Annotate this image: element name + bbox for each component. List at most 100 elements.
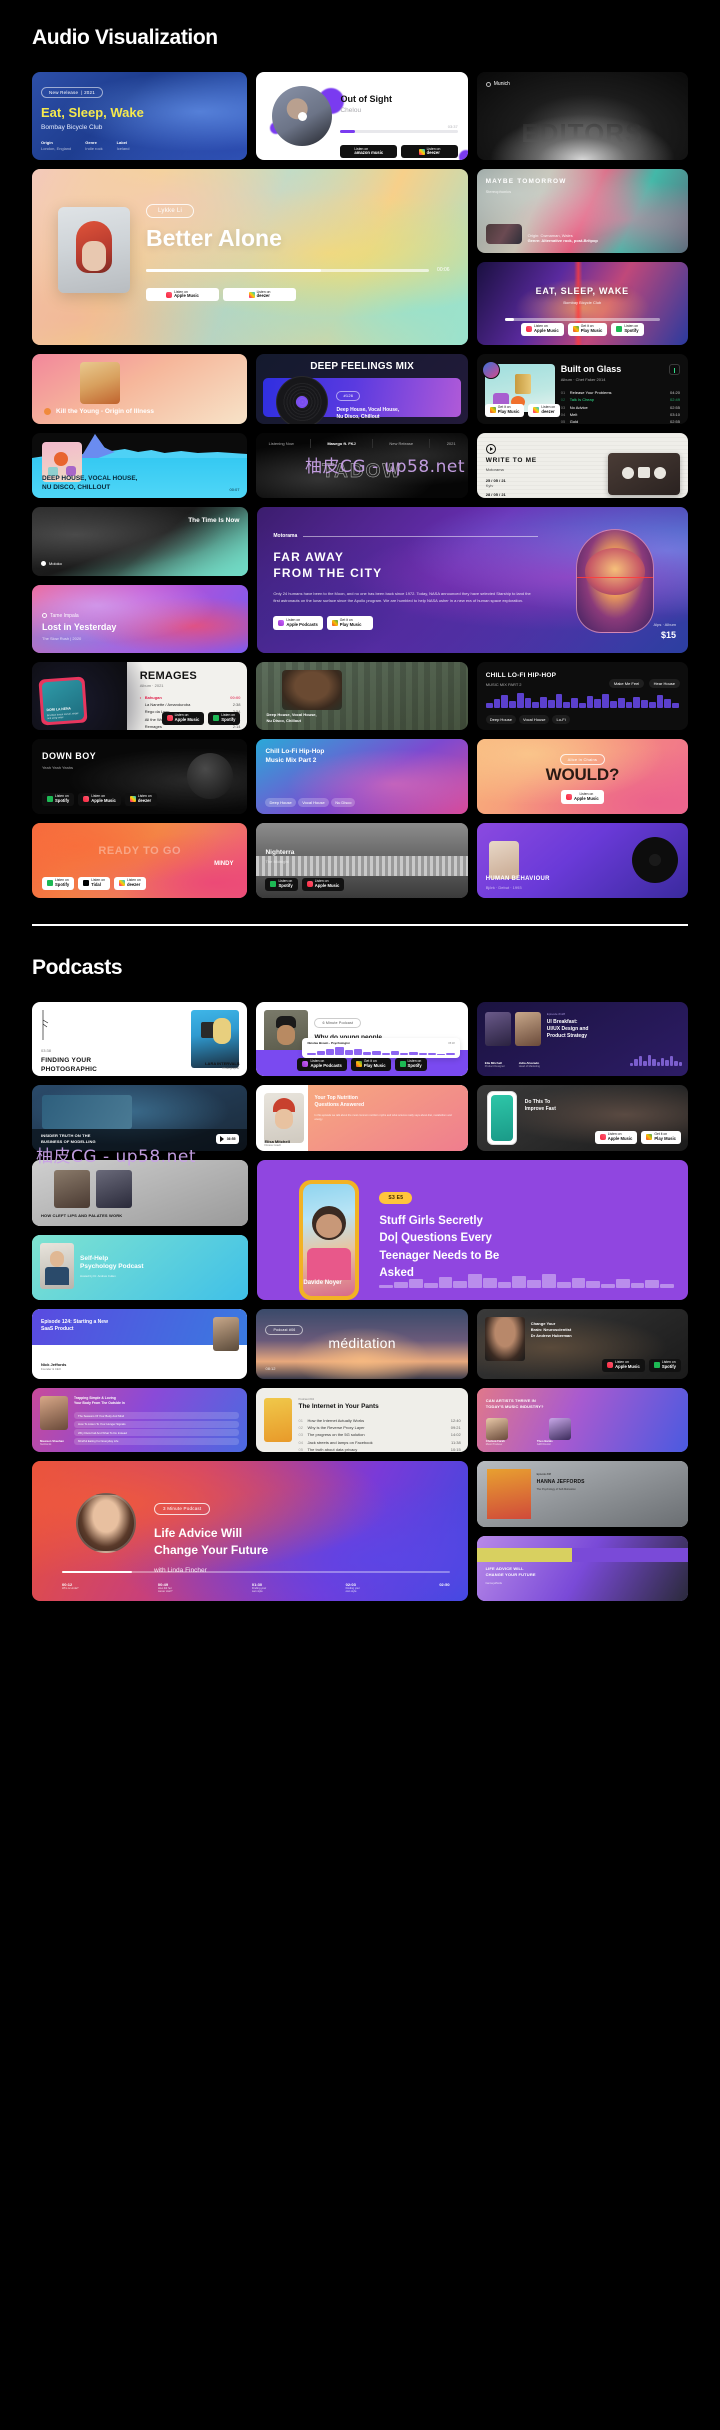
track-row[interactable]: 02 Talk Is Cheap 02:49 (561, 396, 680, 403)
store-button-deezer[interactable]: Listen on deezer (124, 792, 157, 806)
list-item[interactable]: 05 The truth about data privacy 10:15 (298, 1446, 460, 1452)
store-button-apple-music[interactable]: Listen on Apple Music (161, 711, 205, 725)
audio-row-7: DOWN BOY Yeah Yeah Yeahs Listen on Spotif… (32, 739, 689, 814)
store-button-spotify[interactable]: Listen on Spotify (42, 792, 75, 806)
card-chill-lofi-2[interactable]: Chill Lo-Fi Hip-Hop Music Mix Part 2 Dee… (256, 739, 468, 814)
track-row[interactable]: La Nanette / Amanduroba 2:38 (140, 701, 241, 708)
card-stuff-girls-secretly-do[interactable]: S3 E5 Stuff Girls Secretly Do| Questions… (257, 1160, 688, 1300)
store-button-spotify[interactable]: Listen on Spotify (648, 1358, 682, 1372)
list-item[interactable]: 02 Why is the Reverse Proxy Layer 09:21 (298, 1424, 460, 1431)
store-button-apple-music[interactable]: Listen on Apple Music (301, 877, 345, 891)
list-item[interactable]: 01 How the Internet Actually Works 12:40 (298, 1416, 460, 1423)
store-button-apple-music[interactable]: Listen on Apple Music (78, 792, 121, 806)
card-business-of-modelling[interactable]: INSIDER TRUTH ON THE BUSINESS OF MODELLI… (32, 1085, 248, 1151)
card-hanna-jeffords[interactable]: Episode #08 HANNA JEFFORDS The Psycholog… (476, 1461, 688, 1527)
track-row[interactable]: 01 Release Your Problems 04:20 (561, 389, 680, 396)
list-item[interactable]: 04 Jack streets and lamps on Facebook 11:3… (298, 1439, 460, 1446)
card-ready-to-go[interactable]: READY TO GO MINDY Listen on Spotify Liste… (32, 823, 248, 898)
progress-bar[interactable] (146, 269, 430, 273)
card-human-behaviour[interactable]: HUMAN BEHAVIOUR Björk · Debut · 1993 (476, 823, 689, 898)
track-row[interactable]: • Bahugan 00:00 (140, 693, 241, 700)
card-self-help-psychology[interactable]: Self-Help Psychology Podcast Hosted by D… (32, 1234, 249, 1300)
card-out-of-sight[interactable]: Out of Sight Chelou 03:37 Listen on amazo… (256, 72, 468, 160)
card-lost-in-yesterday[interactable]: Tame Impala Lost in Yesterday The Slow R… (32, 584, 249, 653)
store-button-apple-podcasts[interactable]: Listen on Apple Podcasts (297, 1057, 347, 1071)
marker[interactable]: 01:30 Finding your own style (252, 1582, 266, 1593)
card-write-to-me[interactable]: WRITE TO ME Motorama 25 / 05 / 21 Kyiv 28… (476, 433, 689, 498)
store-button-spotify[interactable]: Listen on Spotify (208, 711, 241, 725)
marker[interactable]: 00:49 How did her career start? (158, 1582, 173, 1593)
store-button-apple-music[interactable]: Listen on Apple Music (561, 790, 604, 804)
card-deep-house-2[interactable]: Deep House, Vocal House, Nu Disco, Chill… (256, 662, 468, 730)
card-built-on-glass[interactable]: Get it on Play Music Listen on deezer Buil… (476, 354, 689, 424)
store-button-deezer[interactable]: Listen on deezer (528, 403, 561, 417)
progress-bar[interactable] (340, 130, 458, 134)
store-button-spotify[interactable]: Listen on Spotify (611, 322, 644, 336)
marker[interactable]: 00:12 Who is Linda? (62, 1582, 78, 1593)
card-eat-sleep-wake-2[interactable]: EAT, SLEEP, WAKE Bombay Bicycle Club Lis… (476, 261, 688, 345)
card-deep-house-chillout[interactable]: DEEP HOUSE, VOCAL HOUSE, NU DISCO, CHILL… (32, 433, 248, 498)
store-button-apple-podcasts[interactable]: Listen on Apple Podcasts (273, 616, 323, 630)
card-eat-sleep-wake[interactable]: New Release | 2021 Eat, Sleep, Wake Bomb… (32, 72, 248, 160)
album-art (80, 362, 120, 404)
store-button-spotify[interactable]: Listen on Spotify (265, 877, 298, 891)
list-item[interactable]: 03 The progress on the 5G solution 14:02 (298, 1431, 460, 1438)
card-nighterra[interactable]: Nighterra The Midnight Listen on Spotify … (256, 823, 468, 898)
download-icon[interactable] (669, 364, 681, 375)
card-remages[interactable]: DORI LA NENA Brazilian bossa revival, si… (32, 662, 248, 730)
store-button-play-music[interactable]: Get it on Play Music (641, 1130, 682, 1144)
store-button-spotify[interactable]: Listen on Spotify (394, 1057, 427, 1071)
store-button-deezer[interactable]: Listen on deezer (401, 145, 458, 159)
track-row[interactable]: 04 Melt 03:10 (561, 411, 680, 418)
card-saas-product[interactable]: Episode 124: Starting a New SaaS Product… (32, 1309, 248, 1379)
card-chill-lofi-hiphop[interactable]: CHILL LO-FI HIP-HOP MUSIC MIX PART 2 Mak… (476, 662, 689, 730)
marker[interactable]: 02:03 Finding your own style (346, 1582, 360, 1593)
marker[interactable]: 02:50 (439, 1582, 449, 1593)
store-buttons: Listen on Spotify Listen on Tidal Listen o… (42, 876, 146, 890)
store-button-spotify[interactable]: Listen on Spotify (42, 876, 75, 890)
card-far-away-from-the-city[interactable]: Motorama FAR AWAY FROM THE CITY Only 24 … (257, 507, 688, 653)
store-button-play-music[interactable]: Get it on Play Music (567, 322, 608, 336)
card-cleft-lips-palates[interactable]: HOW CLEFT LIPS AND PALATES WORK (32, 1160, 249, 1226)
track-row[interactable]: 05 Gold 02:55 (561, 418, 680, 424)
card-deep-feelings-mix[interactable]: DEEP FEELINGS MIX #126 Deep House, Vocal… (256, 354, 468, 424)
store-button-apple-music[interactable]: Listen on Apple Music (602, 1358, 645, 1372)
track-row[interactable]: 03 No Advice 02:55 (561, 403, 680, 410)
store-button-tidal[interactable]: Listen on Tidal (78, 876, 110, 890)
progress-bar[interactable] (62, 1570, 450, 1573)
card-would[interactable]: Alice in Chains WOULD? Listen on Apple Mu… (476, 739, 689, 814)
card-down-boy[interactable]: DOWN BOY Yeah Yeah Yeahs Listen on Spotif… (32, 739, 248, 814)
store-button-play-music[interactable]: Get it on Play Music (350, 1057, 391, 1071)
store-button-apple-music[interactable]: Listen on Apple Music (146, 288, 219, 302)
card-kill-the-young[interactable]: Kill the Young - Origin of Illness (32, 354, 248, 424)
card-life-advice-2[interactable]: LIFE ADVICE WILL CHANGE YOUR FUTURE hann… (476, 1535, 688, 1601)
store-button-apple-music[interactable]: Listen on Apple Music (594, 1130, 638, 1144)
store-button-play-music[interactable]: Get it on Play Music (484, 403, 525, 417)
store-button-deezer[interactable]: Listen on deezer (113, 876, 146, 890)
card-ui-breakfast[interactable]: Episode #128 UI Breakfast: UI/UX Design … (476, 1002, 689, 1076)
card-better-alone[interactable]: Lykke Li Better Alone 00:06 Listen on App… (32, 169, 468, 345)
card-trapping-simple[interactable]: Trapping Simple & Loving Your Body From … (32, 1388, 248, 1452)
store-button-play-music[interactable]: Get it on Play Music (326, 616, 374, 630)
card-change-your-brain[interactable]: Change Your Brain: Neuroscientist Dr And… (476, 1309, 689, 1379)
card-life-advice[interactable]: 3 Minute Podcast Life Advice Will Change… (32, 1461, 468, 1601)
card-finding-photographic-style[interactable]: 03:38 FINDING YOUR PHOTOGRAPHIC STYLE So… (32, 1002, 248, 1076)
card-editors[interactable]: EDITORS Munich (476, 72, 689, 160)
card-nutrition-questions[interactable]: Your Top Nutrition Questions Answered In… (256, 1085, 468, 1151)
card-improve-fast[interactable]: Do This To Improve Fast Listen on Apple M… (476, 1085, 689, 1151)
card-why-young-people-lonely[interactable]: 6 Minute Podcast Why do young people fee… (256, 1002, 468, 1076)
card-meditation[interactable]: Podcast #06 méditation 08:12 (256, 1309, 468, 1379)
play-button[interactable]: 36:55 (215, 1134, 240, 1144)
store-button-amazon-music[interactable]: Listen on amazon music (340, 145, 398, 159)
card-artists-thrive[interactable]: CAN ARTISTS THRIVE IN TODAY'S MUSIC INDU… (476, 1388, 689, 1452)
card-internet-in-your-pants[interactable]: Podcast #04 The Internet in Your Pants 0… (256, 1388, 468, 1452)
store-button-apple-music[interactable]: Listen on Apple Music (521, 322, 564, 336)
host1-photo (484, 1012, 511, 1046)
card-time-is-now[interactable]: The Time Is Now Moloko (32, 507, 249, 576)
progress-bar[interactable] (504, 317, 660, 321)
store-button-deezer[interactable]: Listen on deezer (223, 288, 296, 302)
play-icon[interactable] (485, 444, 496, 454)
card-maybe-tomorrow[interactable]: MAYBE TOMORROW Stereophonics Origin: Cwm… (476, 169, 688, 253)
artist-pill[interactable]: Lykke Li (146, 204, 195, 218)
card-tadow[interactable]: Listening Now Masego ft. FKJ New Release… (256, 433, 468, 498)
